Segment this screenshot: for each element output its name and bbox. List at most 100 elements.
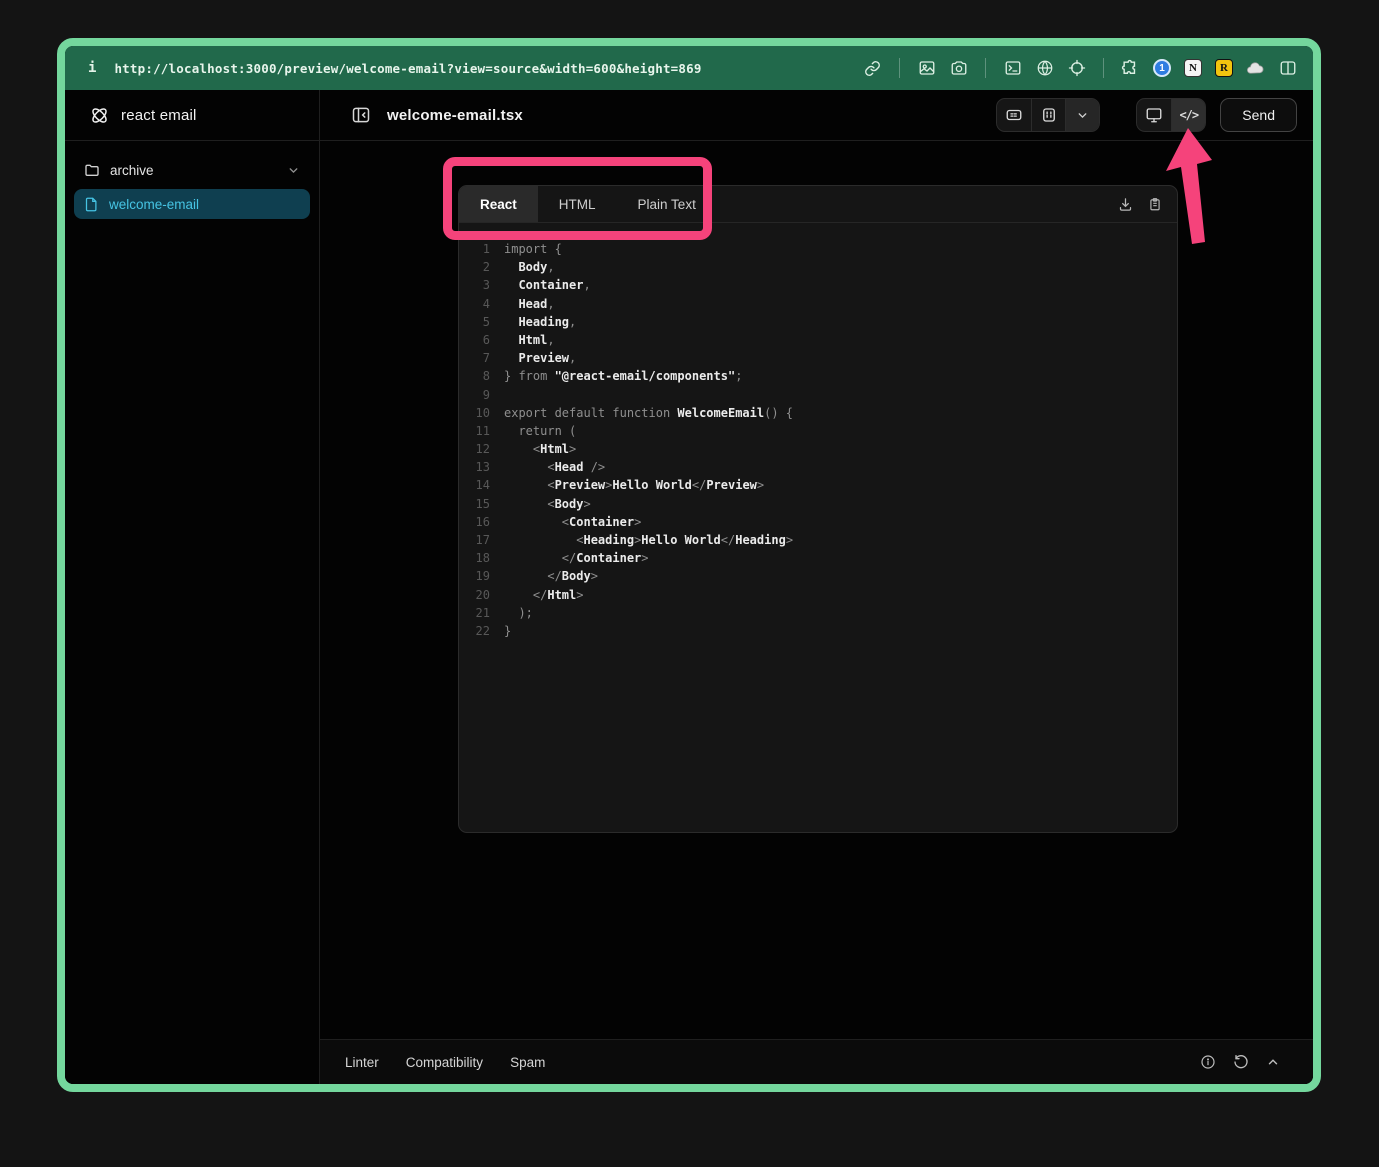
code-line: 13 <Head />	[459, 458, 1177, 476]
line-number: 6	[459, 331, 490, 349]
tab-compatibility[interactable]: Compatibility	[406, 1055, 483, 1070]
code-line: 21 );	[459, 604, 1177, 622]
code-line: 7 Preview,	[459, 349, 1177, 367]
line-number: 18	[459, 549, 490, 567]
code-line: 19 </Body>	[459, 567, 1177, 585]
copy-link-icon[interactable]	[863, 59, 882, 78]
terminal-icon[interactable]	[1003, 59, 1022, 78]
split-view-icon[interactable]	[1278, 59, 1297, 78]
sidebar: react email archive wel	[65, 90, 320, 1084]
urlbar-separator	[899, 58, 900, 78]
line-number: 11	[459, 422, 490, 440]
tabbar-spacer	[717, 186, 1118, 222]
line-number: 1	[459, 240, 490, 258]
viewport-dropdown-button[interactable]	[1065, 99, 1099, 131]
file-icon	[84, 197, 99, 212]
url-text[interactable]: http://localhost:3000/preview/welcome-em…	[114, 61, 701, 76]
sidebar-header: react email	[65, 90, 319, 141]
line-content: Heading,	[504, 313, 576, 331]
bottom-bar: Linter Compatibility Spam	[320, 1039, 1313, 1084]
line-content: </Body>	[504, 567, 598, 585]
main-content: React HTML Plain Text	[320, 141, 1313, 1039]
sidebar-item-label: welcome-email	[109, 197, 199, 212]
code-line: 10export default function WelcomeEmail()…	[459, 404, 1177, 422]
r-extension-icon[interactable]: R	[1215, 59, 1233, 77]
line-number: 2	[459, 258, 490, 276]
viewport-height-button[interactable]	[1031, 99, 1065, 131]
code-line: 17 <Heading>Hello World</Heading>	[459, 531, 1177, 549]
download-icon[interactable]	[1118, 197, 1133, 212]
code-line: 15 <Body>	[459, 495, 1177, 513]
source-code-panel: React HTML Plain Text	[458, 185, 1178, 833]
line-number: 19	[459, 567, 490, 585]
line-number: 13	[459, 458, 490, 476]
line-number: 5	[459, 313, 490, 331]
line-content: import {	[504, 240, 562, 258]
code-line: 11 return (	[459, 422, 1177, 440]
code-editor[interactable]: 1import {2 Body,3 Container,4 Head,5 Hea…	[459, 223, 1177, 832]
page-title: welcome-email.tsx	[387, 107, 523, 124]
app-root: react email archive wel	[65, 90, 1313, 1084]
browser-window: i http://localhost:3000/preview/welcome-…	[57, 38, 1321, 1092]
image-capture-icon[interactable]	[917, 59, 936, 78]
globe-icon[interactable]	[1035, 59, 1054, 78]
folder-icon	[84, 162, 100, 178]
chevron-up-icon[interactable]	[1266, 1055, 1280, 1069]
code-line: 6 Html,	[459, 331, 1177, 349]
sidebar-nav: archive welcome-email	[65, 141, 319, 233]
browser-url-bar[interactable]: i http://localhost:3000/preview/welcome-…	[65, 46, 1313, 90]
folder-label: archive	[110, 163, 154, 178]
code-line: 8 } from "@react-email/components";	[459, 367, 1177, 385]
cloud-icon[interactable]	[1246, 59, 1265, 78]
line-content: );	[504, 604, 533, 622]
code-line: 4 Head,	[459, 295, 1177, 313]
page-info-icon[interactable]: i	[88, 60, 96, 76]
collapse-sidebar-icon[interactable]	[351, 105, 371, 125]
chevron-down-icon[interactable]	[287, 164, 300, 177]
line-number: 15	[459, 495, 490, 513]
line-content: </Html>	[504, 586, 584, 604]
tab-plain-text[interactable]: Plain Text	[617, 186, 717, 222]
header-actions: </> Send	[996, 98, 1297, 132]
code-line: 9	[459, 386, 1177, 404]
line-number: 7	[459, 349, 490, 367]
line-content: <Head />	[504, 458, 605, 476]
onepassword-extension-icon[interactable]: 1	[1153, 59, 1171, 77]
copy-clipboard-icon[interactable]	[1148, 197, 1162, 212]
line-content: Container,	[504, 276, 591, 294]
line-number: 22	[459, 622, 490, 640]
urlbar-icon-group: 1 N R	[863, 58, 1297, 78]
line-number: 20	[459, 586, 490, 604]
code-line: 22}	[459, 622, 1177, 640]
tab-linter[interactable]: Linter	[345, 1055, 379, 1070]
line-number: 17	[459, 531, 490, 549]
line-content: <Preview>Hello World</Preview>	[504, 476, 764, 494]
source-mode-button[interactable]: </>	[1171, 99, 1205, 131]
sidebar-item-welcome-email[interactable]: welcome-email	[74, 189, 310, 219]
line-content: <Heading>Hello World</Heading>	[504, 531, 793, 549]
target-icon[interactable]	[1067, 59, 1086, 78]
line-number: 8	[459, 367, 490, 385]
line-number: 4	[459, 295, 490, 313]
refresh-icon[interactable]	[1233, 1054, 1249, 1070]
code-line: 2 Body,	[459, 258, 1177, 276]
line-number: 10	[459, 404, 490, 422]
camera-icon[interactable]	[949, 59, 968, 78]
tab-react[interactable]: React	[459, 186, 538, 222]
code-line: 20 </Html>	[459, 586, 1177, 604]
preview-mode-button[interactable]	[1137, 99, 1171, 131]
sidebar-folder-archive[interactable]: archive	[74, 155, 310, 185]
notion-extension-icon[interactable]: N	[1184, 59, 1202, 77]
tab-spam[interactable]: Spam	[510, 1055, 545, 1070]
line-content: Html,	[504, 331, 555, 349]
line-content: } from "@react-email/components";	[504, 367, 742, 385]
extensions-puzzle-icon[interactable]	[1121, 59, 1140, 78]
line-number: 12	[459, 440, 490, 458]
line-content: Head,	[504, 295, 555, 313]
urlbar-separator	[985, 58, 986, 78]
info-icon[interactable]	[1200, 1054, 1216, 1070]
viewport-width-button[interactable]	[997, 99, 1031, 131]
view-mode-control: </>	[1136, 98, 1206, 132]
send-button[interactable]: Send	[1220, 98, 1297, 132]
tab-html[interactable]: HTML	[538, 186, 617, 222]
